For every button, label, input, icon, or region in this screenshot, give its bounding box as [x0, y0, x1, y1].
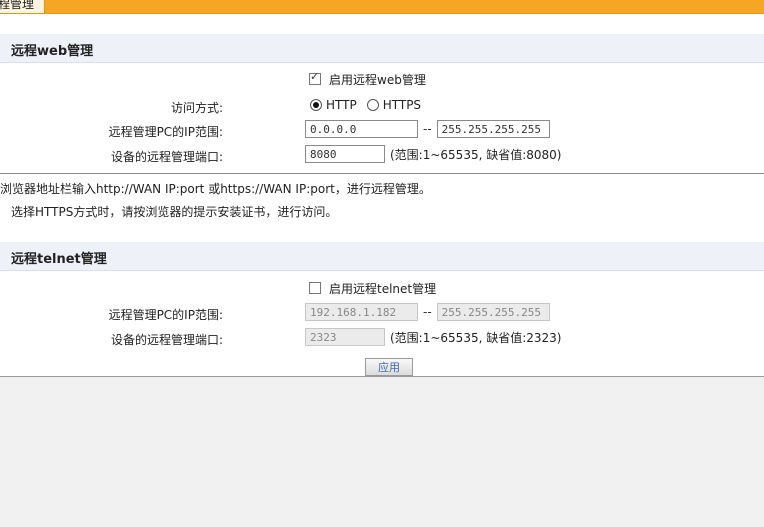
https-label: HTTPS [382, 98, 422, 112]
range-separator: -- [423, 305, 432, 319]
web-port-hint: (范围:1~65535, 缺省值:8080) [390, 147, 562, 162]
access-method-row: 访问方式: HTTP HTTPS [0, 96, 764, 118]
web-section-title: 远程web管理 [11, 44, 94, 59]
web-section-header: 远程web管理 [0, 34, 764, 63]
web-ip-end-input[interactable]: 255.255.255.255 [436, 120, 550, 138]
telnet-section-header: 远程telnet管理 [0, 242, 764, 271]
web-port-label: 设备的远程管理端口: [110, 150, 223, 164]
http-label: HTTP [326, 98, 357, 112]
top-tab-bar [0, 0, 764, 14]
telnet-ip-range-row: 远程管理PC的IP范围: 192.168.1.182 -- 255.255.25… [0, 303, 764, 325]
web-enable-checkbox[interactable] [309, 70, 321, 85]
web-enable-label: 启用远程web管理 [329, 73, 426, 87]
telnet-port-label: 设备的远程管理端口: [110, 333, 223, 347]
note-line-1: 在浏览器地址栏输入http://WAN IP:port 或https://WAN… [0, 182, 431, 196]
telnet-enable-row: 启用远程telnet管理 [0, 280, 764, 302]
telnet-ip-range-label: 远程管理PC的IP范围: [108, 308, 223, 322]
web-enable-row: 启用远程web管理 [0, 70, 764, 93]
telnet-port-hint: (范围:1~65535, 缺省值:2323) [390, 330, 562, 345]
apply-button[interactable]: 应用 [365, 358, 413, 376]
web-ip-range-label: 远程管理PC的IP范围: [108, 125, 223, 139]
main-panel: 远程web管理 启用远程web管理 访问方式: HTTP HTTPS 远程管理P… [0, 14, 764, 377]
range-separator: -- [423, 122, 432, 136]
divider [0, 173, 764, 174]
web-ip-range-row: 远程管理PC的IP范围: 0.0.0.0 -- 255.255.255.255 [0, 120, 764, 142]
telnet-ip-start-input[interactable]: 192.168.1.182 [305, 303, 418, 321]
telnet-section-title: 远程telnet管理 [11, 252, 107, 267]
access-method-label: 访问方式: [170, 101, 223, 115]
note-line-2: 选择HTTPS方式时，请按浏览器的提示安装证书，进行访问。 [11, 205, 338, 219]
telnet-enable-checkbox[interactable] [309, 281, 321, 294]
telnet-ip-end-input[interactable]: 255.255.255.255 [436, 303, 550, 321]
http-radio[interactable] [310, 99, 322, 111]
web-port-input[interactable]: 8080 [305, 145, 385, 163]
https-radio[interactable] [366, 99, 379, 111]
tab-remote-management[interactable]: 远程管理 [0, 0, 46, 13]
telnet-enable-label: 启用远程telnet管理 [329, 282, 437, 296]
web-ip-start-input[interactable]: 0.0.0.0 [305, 120, 418, 138]
tab-label: 远程管理 [0, 0, 35, 11]
web-port-row: 设备的远程管理端口: 8080 (范围:1~65535, 缺省值:8080) [0, 145, 764, 167]
telnet-port-input[interactable]: 2323 [305, 328, 385, 346]
telnet-port-row: 设备的远程管理端口: 2323 (范围:1~65535, 缺省值:2323) [0, 328, 764, 350]
